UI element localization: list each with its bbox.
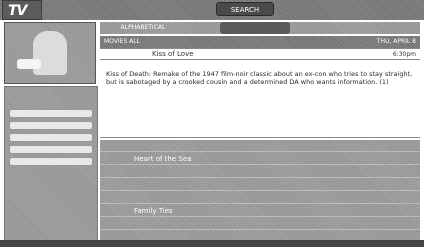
sidebar-button-3[interactable] [9, 133, 93, 142]
tv-logo: TV [2, 0, 42, 20]
left-sidebar [4, 86, 98, 241]
nav-item-2[interactable] [108, 2, 160, 16]
listing-row[interactable] [100, 166, 420, 178]
sidebar-button-4[interactable] [9, 145, 93, 154]
date-label: THU, APRIL 8 [376, 38, 416, 45]
thumbnail-detail [17, 59, 41, 69]
detail-header: MOVIES ALL THU, APRIL 8 [100, 36, 420, 48]
listing-row[interactable]: Family Ties [100, 205, 420, 217]
sidebar-button-2[interactable] [9, 121, 93, 130]
listing-row[interactable] [100, 140, 420, 152]
program-listings: Heart of the Sea Family Ties [100, 140, 420, 244]
selected-program-row[interactable]: Kiss of Love 6:30pm [100, 48, 420, 60]
program-info-row [100, 60, 420, 68]
top-navigation-bar: TV SEARCH [0, 0, 424, 20]
program-synopsis: Kiss of Death: Remake of the 1947 film-n… [100, 68, 420, 138]
nav-item-search[interactable]: SEARCH [216, 2, 274, 16]
listing-row[interactable]: Heart of the Sea [100, 153, 420, 165]
program-thumbnail [4, 22, 96, 84]
listing-title: Heart of the Sea [134, 155, 192, 163]
nav-item-5[interactable] [284, 2, 324, 16]
nav-item-6[interactable] [342, 2, 386, 16]
nav-item-1[interactable] [58, 2, 98, 16]
subnav-item-3[interactable] [330, 22, 400, 34]
listing-row[interactable] [100, 179, 420, 191]
listing-row[interactable] [100, 218, 420, 230]
category-label: MOVIES ALL [104, 38, 140, 45]
program-time: 6:30pm [392, 51, 416, 58]
sub-navigation-bar: ALPHABETICAL [100, 22, 420, 34]
subnav-item-2[interactable] [220, 22, 290, 34]
program-title: Kiss of Love [152, 50, 194, 58]
nav-item-3[interactable] [168, 2, 212, 16]
sidebar-button-5[interactable] [9, 157, 93, 166]
sidebar-button-1[interactable] [9, 109, 93, 118]
listing-row[interactable] [100, 192, 420, 204]
footer-bar [0, 240, 424, 247]
listing-title: Family Ties [134, 207, 173, 215]
program-detail-panel: MOVIES ALL THU, APRIL 8 Kiss of Love 6:3… [100, 36, 420, 138]
subnav-item-1[interactable]: ALPHABETICAL [108, 22, 178, 34]
sidebar-heading [9, 95, 93, 105]
